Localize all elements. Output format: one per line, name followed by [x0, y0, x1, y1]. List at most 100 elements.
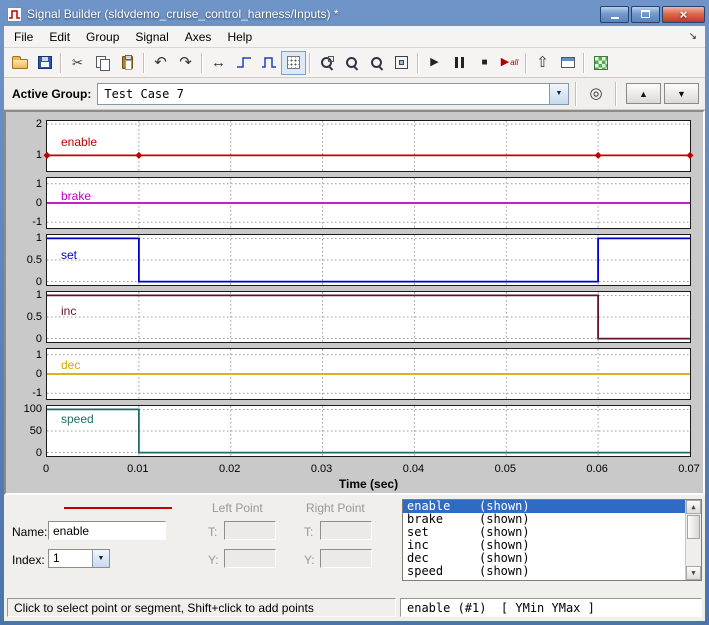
signal-list-item-brake[interactable]: brake(shown): [403, 513, 701, 526]
x-axis-labels: 00.010.020.030.040.050.060.07: [46, 463, 691, 476]
up-to-parent-button[interactable]: ⇧: [530, 51, 555, 75]
menu-axes[interactable]: Axes: [177, 27, 220, 47]
menu-edit[interactable]: Edit: [41, 27, 78, 47]
menu-file[interactable]: File: [6, 27, 41, 47]
redo-button[interactable]: ↷: [173, 51, 198, 75]
open-model-button[interactable]: [555, 51, 580, 75]
signal-status: (shown): [479, 564, 530, 578]
signal-builder-window: Signal Builder (sldvdemo_cruise_control_…: [0, 0, 709, 625]
zoom-region-button[interactable]: [314, 51, 339, 75]
cut-button[interactable]: ✂: [65, 51, 90, 75]
signal-list-item-inc[interactable]: inc(shown): [403, 539, 701, 552]
toolbar-separator: [309, 53, 311, 73]
status-selection: enable (#1) [ YMin YMax ]: [400, 598, 702, 617]
right-point-label: Right Point: [306, 501, 365, 515]
model-coverage-button[interactable]: [588, 51, 613, 75]
signal-status: (shown): [479, 551, 530, 565]
signal-list-item-set[interactable]: set(shown): [403, 526, 701, 539]
pause-button[interactable]: [447, 51, 472, 75]
subplot-enable[interactable]: 21enable: [46, 120, 691, 172]
group-settings-button[interactable]: ◎: [583, 82, 609, 106]
selected-signal-color-line: [64, 507, 172, 509]
close-button[interactable]: ×: [662, 6, 705, 23]
toolbar-separator: [583, 53, 585, 73]
name-label: Name:: [12, 525, 47, 539]
open-model-icon: [561, 57, 575, 68]
pause-icon: [455, 57, 464, 68]
y-tick-label: 1: [7, 150, 42, 161]
copy-button[interactable]: [90, 51, 115, 75]
left-y-input[interactable]: [224, 549, 276, 568]
zoom-dash-box: [328, 56, 334, 62]
paste-button[interactable]: [115, 51, 140, 75]
play-all-button[interactable]: ▶all: [497, 51, 522, 75]
up-arrow-icon: ⇧: [536, 55, 549, 70]
save-button[interactable]: [32, 51, 57, 75]
subplot-speed[interactable]: 100500speed: [46, 405, 691, 457]
zoom-x-button[interactable]: [339, 51, 364, 75]
group-up-button[interactable]: ▲: [626, 83, 661, 104]
right-y-label: Y:: [304, 553, 315, 567]
play-button[interactable]: ▶: [422, 51, 447, 75]
group-down-button[interactable]: ▼: [664, 83, 699, 104]
y-tick-label: -1: [7, 388, 42, 399]
dropdown-arrow-icon[interactable]: ▼: [549, 84, 568, 104]
minimize-button[interactable]: [600, 6, 629, 23]
menu-help[interactable]: Help: [219, 27, 260, 47]
status-message: Click to select point or segment, Shift+…: [7, 598, 396, 617]
y-tick-label: 0: [7, 334, 42, 345]
left-t-input[interactable]: [224, 521, 276, 540]
pulse-signal-button[interactable]: [256, 51, 281, 75]
right-y-input[interactable]: [320, 549, 372, 568]
y-tick-label: 0: [7, 198, 42, 209]
subplot-set[interactable]: 10.50set: [46, 234, 691, 286]
subplot-inc[interactable]: 10.50inc: [46, 291, 691, 343]
name-input[interactable]: [48, 521, 166, 540]
stop-button[interactable]: ■: [472, 51, 497, 75]
signal-list-item-dec[interactable]: dec(shown): [403, 552, 701, 565]
menubar-dock-icon[interactable]: ↘: [683, 31, 703, 42]
y-tick-label: 0.5: [7, 255, 42, 266]
active-group-bar: Active Group: Test Case 7 ▼ ◎ ▲ ▼: [4, 78, 705, 110]
zoom-y-button[interactable]: [364, 51, 389, 75]
scroll-up-icon[interactable]: ▲: [686, 500, 701, 514]
maximize-button[interactable]: [631, 6, 660, 23]
index-value: 1: [49, 550, 92, 567]
y-tick-label: 100: [7, 404, 42, 415]
signal-status: (shown): [479, 525, 530, 539]
right-t-input[interactable]: [320, 521, 372, 540]
y-tick-label: 0: [7, 448, 42, 459]
toolbar-separator: [525, 53, 527, 73]
open-button[interactable]: [7, 51, 32, 75]
signal-label-brake: brake: [61, 189, 91, 203]
step-signal-button[interactable]: [231, 51, 256, 75]
index-dropdown[interactable]: 1 ▼: [48, 549, 110, 568]
menu-signal[interactable]: Signal: [127, 27, 176, 47]
toolbar-separator: [60, 53, 62, 73]
signal-list-item-speed[interactable]: speed(shown): [403, 565, 701, 578]
signal-list-item-enable[interactable]: enable(shown): [403, 500, 701, 513]
snap-grid-button[interactable]: [281, 51, 306, 75]
move-horizontal-icon: ↔: [211, 55, 226, 70]
subplot-dec[interactable]: 10-1dec: [46, 348, 691, 400]
index-dropdown-arrow-icon[interactable]: ▼: [92, 550, 109, 567]
x-tick-label: 0.03: [302, 463, 342, 475]
scroll-down-icon[interactable]: ▼: [686, 566, 701, 580]
active-group-dropdown[interactable]: Test Case 7 ▼: [97, 83, 569, 105]
subplot-brake[interactable]: 10-1brake: [46, 177, 691, 229]
fit-view-button[interactable]: [389, 51, 414, 75]
zoom-x-icon: [344, 55, 360, 71]
menu-group[interactable]: Group: [78, 27, 127, 47]
titlebar[interactable]: Signal Builder (sldvdemo_cruise_control_…: [0, 0, 709, 26]
point-editor-panel: Left Point Right Point Name: Index: 1 ▼ …: [4, 495, 705, 595]
move-point-button[interactable]: ↔: [206, 51, 231, 75]
toolbar-separator: [143, 53, 145, 73]
signal-list[interactable]: ▲ ▼ enable(shown)brake(shown)set(shown)i…: [402, 499, 702, 581]
stop-icon: ■: [481, 58, 487, 68]
undo-button[interactable]: ↶: [148, 51, 173, 75]
scrollbar-thumb[interactable]: [687, 515, 700, 539]
x-tick-label: 0.05: [485, 463, 525, 475]
statusbar: Click to select point or segment, Shift+…: [4, 595, 705, 621]
signal-list-scrollbar[interactable]: ▲ ▼: [685, 500, 701, 580]
window-title: Signal Builder (sldvdemo_cruise_control_…: [27, 7, 594, 21]
